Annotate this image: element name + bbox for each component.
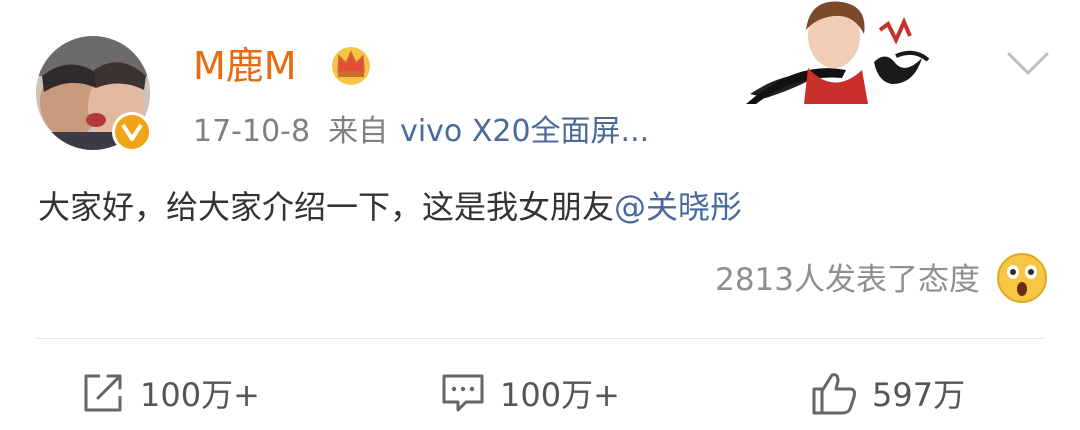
comment-count: 100万+ xyxy=(500,376,620,414)
source-label: 来自 xyxy=(328,114,389,149)
like-button[interactable]: 597万 xyxy=(810,366,965,420)
thumbs-up-icon xyxy=(812,373,856,415)
source-device-link[interactable]: vivo X20全面屏... xyxy=(400,114,649,149)
repost-icon xyxy=(84,374,122,412)
repost-button[interactable]: 100万+ xyxy=(80,366,260,420)
post-text: 大家好，给大家介绍一下，这是我女朋友@关晓彤 xyxy=(38,182,742,232)
verified-v-icon xyxy=(112,112,152,152)
post-meta: 17-10-8 来自 vivo X20全面屏... xyxy=(193,110,649,154)
comment-button[interactable]: 100万+ xyxy=(440,366,620,420)
wow-emoji-icon[interactable] xyxy=(996,252,1048,304)
repost-count: 100万+ xyxy=(140,376,260,414)
divider xyxy=(36,338,1044,339)
comment-icon xyxy=(442,374,484,412)
like-count: 597万 xyxy=(872,376,966,414)
mention-link[interactable]: @关晓彤 xyxy=(614,188,742,226)
card-background-art[interactable] xyxy=(746,0,936,104)
username[interactable]: M鹿M xyxy=(193,40,297,92)
post-body-text: 大家好，给大家介绍一下，这是我女朋友 xyxy=(38,188,615,226)
chevron-down-icon[interactable] xyxy=(1006,50,1050,78)
post-date: 17-10-8 xyxy=(193,114,311,149)
weibo-post: M鹿M 17-10-8 来自 vivo X20全面屏... 大家好，给大家介绍一下，… xyxy=(0,0,1080,430)
crown-icon xyxy=(332,47,370,85)
reactions-summary[interactable]: 2813人发表了态度 xyxy=(715,258,980,302)
